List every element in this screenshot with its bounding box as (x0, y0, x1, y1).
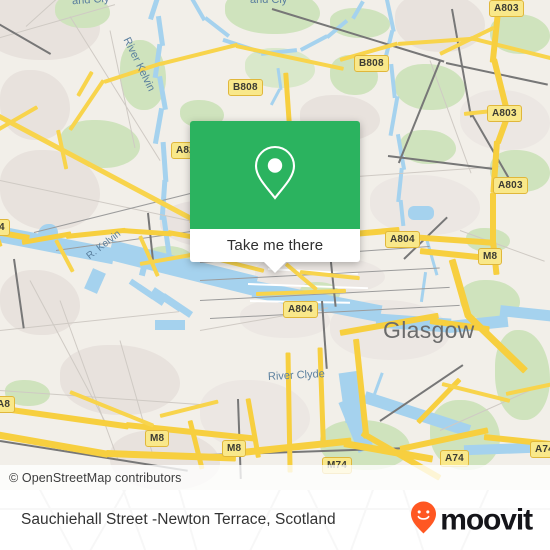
road-shield: M8 (145, 430, 170, 447)
road-shield: A803 (489, 0, 524, 17)
attribution-text: © OpenStreetMap contributors (9, 470, 182, 485)
road-shield: A74 (530, 441, 550, 458)
take-me-there-label: Take me there (226, 237, 324, 254)
road-shield: B808 (228, 79, 263, 96)
map-pin-icon (252, 143, 298, 208)
road-shield: B808 (354, 55, 389, 72)
map-canvas[interactable]: and Cly and Cly River Kelvin R. Kelvin R… (0, 0, 550, 490)
take-me-there-button[interactable]: Take me there (190, 229, 360, 273)
moovit-wordmark: moovit (440, 503, 533, 536)
map-attribution-bar: © OpenStreetMap contributors (0, 465, 550, 490)
moovit-map-screen: and Cly and Cly River Kelvin R. Kelvin R… (0, 0, 550, 550)
road-shield: A803 (493, 177, 528, 194)
footer-bar: Sauchiehall Street -Newton Terrace, Scot… (0, 490, 550, 550)
road-shield: A804 (283, 301, 318, 318)
popup-pointer-tail (264, 262, 286, 273)
road-shield: A8 (0, 396, 16, 413)
road-shield: A804 (385, 231, 420, 248)
popup-icon-area (190, 121, 360, 229)
moovit-smiley-pin-icon (410, 501, 437, 540)
moovit-logo: moovit (410, 501, 533, 540)
road-shield: M8 (478, 248, 503, 265)
destination-popup-card[interactable]: Take me there (190, 121, 360, 273)
road-shield: M8 (222, 440, 247, 457)
ghost-line (349, 490, 389, 550)
road-shield: 4 (0, 219, 10, 236)
station-title: Sauchiehall Street -Newton Terrace, Scot… (21, 511, 336, 528)
road-shield: A803 (487, 105, 522, 122)
